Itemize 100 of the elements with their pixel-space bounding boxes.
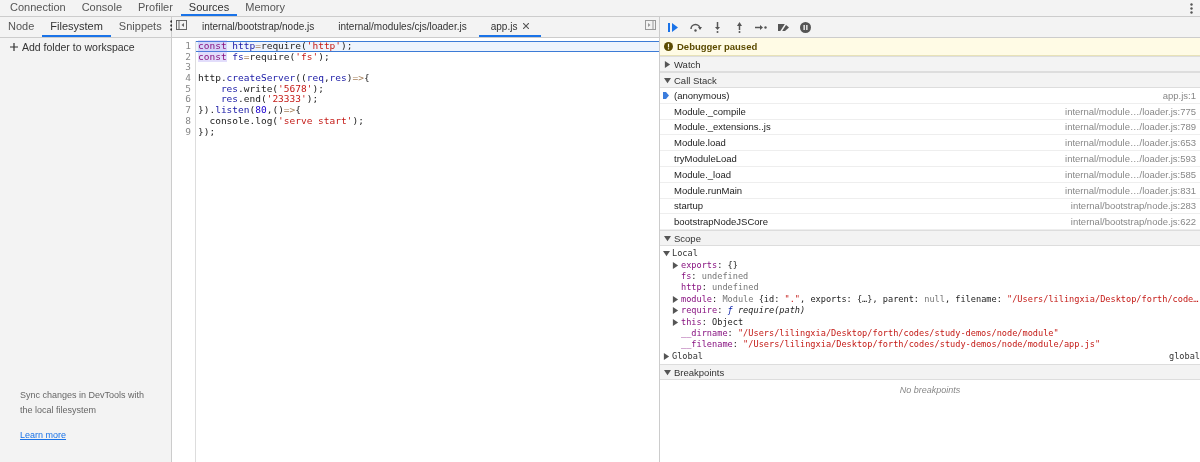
call-frame[interactable]: Module.load internal/module…/loader.js:653 xyxy=(660,135,1200,152)
panel-tab[interactable]: Memory xyxy=(237,0,293,16)
frame-name: startup xyxy=(674,200,705,212)
frame-name: Module.runMain xyxy=(674,184,744,196)
frame-location[interactable]: internal/module…/loader.js:789 xyxy=(1065,121,1196,133)
navigator-tab[interactable]: Snippets xyxy=(110,17,170,37)
expanded-triangle-icon[interactable] xyxy=(664,368,671,376)
up-arrow-icon xyxy=(735,21,743,33)
sidebar-icon xyxy=(644,20,656,30)
step-over-icon xyxy=(688,22,702,32)
code-line: }); xyxy=(197,126,216,138)
collapsed-triangle-icon[interactable] xyxy=(672,318,679,326)
expanded-triangle-icon[interactable] xyxy=(663,250,670,258)
call-frame[interactable]: startup internal/bootstrap/node.js:283 xyxy=(660,198,1200,215)
close-icon[interactable] xyxy=(523,23,530,29)
frame-name: Module._load xyxy=(674,168,733,180)
line-number: 8 xyxy=(184,115,191,127)
sync-description: Sync changes in DevTools with the local filesystem xyxy=(19,389,146,417)
section-header[interactable]: Scope xyxy=(660,230,1200,247)
collapsed-triangle-icon[interactable] xyxy=(672,296,679,303)
scope-variable: __filename: "/Users/lilingxia/Desktop/forth/codes/study-demos/node/module/app.js" xyxy=(681,339,1101,351)
expanded-triangle-icon[interactable] xyxy=(664,76,671,84)
panel-tab[interactable]: Connection xyxy=(2,0,74,16)
frame-name: (anonymous) xyxy=(674,89,731,101)
scope-variable: this: Object xyxy=(681,316,744,328)
scope-variable: require: ƒ require(path) xyxy=(681,305,806,317)
code-line: console.log('serve start'); xyxy=(208,115,365,127)
collapsed-triangle-icon[interactable] xyxy=(672,307,679,315)
more-options-button[interactable] xyxy=(169,17,173,33)
section-header[interactable]: Breakpoints xyxy=(660,364,1200,381)
frame-location[interactable]: internal/module…/loader.js:831 xyxy=(1065,184,1196,196)
line-number: 6 xyxy=(184,94,191,106)
line-number: 5 xyxy=(184,83,191,95)
line-number: 1 xyxy=(184,41,191,52)
line-number: 3 xyxy=(184,62,191,74)
collapsed-triangle-icon[interactable] xyxy=(663,353,670,361)
call-frame[interactable]: (anonymous) app.js:1 xyxy=(660,88,1200,104)
add-folder-button[interactable]: Add folder to workspace xyxy=(0,38,171,56)
code-line: }).listen(80,()=>{ xyxy=(197,105,303,116)
navigator-tab[interactable]: Node xyxy=(0,17,43,37)
collapsed-triangle-icon[interactable] xyxy=(672,261,679,269)
right-arrow-icon xyxy=(755,23,767,31)
frame-name: Module._compile xyxy=(674,105,747,117)
section-title: Watch xyxy=(674,58,701,70)
empty-message: No breakpoints xyxy=(898,384,962,398)
scope-variable: http: undefined xyxy=(681,282,759,294)
code-line: const fs=require('fs'); xyxy=(197,51,330,63)
paused-message: Debugger paused xyxy=(677,41,758,52)
expanded-triangle-icon[interactable] xyxy=(664,234,671,242)
frame-location[interactable]: internal/bootstrap/node.js:622 xyxy=(1070,216,1196,228)
section-title: Breakpoints xyxy=(674,366,725,378)
file-tab[interactable]: internal/bootstrap/node.js xyxy=(190,17,327,37)
call-frame[interactable]: tryModuleLoad internal/module…/loader.js:593 xyxy=(660,151,1200,167)
learn-more-link[interactable]: Learn more xyxy=(0,418,171,462)
collapsed-triangle-icon[interactable] xyxy=(664,60,671,68)
call-frame[interactable]: Module._extensions..js internal/module…/loader.js:789 xyxy=(660,119,1200,136)
call-frame[interactable]: Module._load internal/module…/loader.js:585 xyxy=(660,167,1200,183)
resume-icon xyxy=(667,21,679,33)
breakpoint-off-icon xyxy=(776,21,790,33)
panel-tab[interactable]: Console xyxy=(73,0,130,16)
info-icon xyxy=(664,42,673,51)
line-number: 2 xyxy=(184,51,191,63)
frame-location[interactable]: internal/module…/loader.js:775 xyxy=(1065,105,1196,117)
sidebar-icon xyxy=(175,20,187,30)
section-title: Scope xyxy=(674,232,701,244)
scope-label: Global xyxy=(672,350,705,363)
navigator-tab[interactable]: Filesystem xyxy=(42,17,111,37)
call-frame[interactable]: Module._compile internal/module…/loader.js:775 xyxy=(660,103,1200,120)
section-title: Call Stack xyxy=(674,74,717,86)
scope-variable: __dirname: "/Users/lilingxia/Desktop/forth/codes/study-demos/node/module" xyxy=(681,328,1059,340)
more-icon xyxy=(169,19,173,31)
frame-name: tryModuleLoad xyxy=(674,153,738,165)
file-tab[interactable]: internal/modules/cjs/loader.js xyxy=(326,17,479,37)
scope-value: global xyxy=(1168,350,1200,363)
line-number: 7 xyxy=(184,105,191,116)
frame-location[interactable]: internal/bootstrap/node.js:283 xyxy=(1070,200,1196,212)
scope-variable: exports: {} xyxy=(681,259,738,271)
panel-tab[interactable]: Profiler xyxy=(130,0,181,16)
pause-icon xyxy=(799,21,811,33)
section-header[interactable]: Call Stack xyxy=(660,72,1200,88)
frame-name: bootstrapNodeJSCore xyxy=(674,216,769,228)
frame-name: Module.load xyxy=(674,137,727,149)
scope-variable: fs: undefined xyxy=(681,271,749,283)
code-line: res.end('23333'); xyxy=(219,94,320,106)
call-frame[interactable]: Module.runMain internal/module…/loader.js:831 xyxy=(660,182,1200,199)
line-number: 9 xyxy=(184,126,191,138)
line-number: 4 xyxy=(184,73,191,84)
down-arrow-icon xyxy=(713,21,721,33)
file-tab[interactable]: app.js xyxy=(478,17,542,37)
frame-location[interactable]: internal/module…/loader.js:593 xyxy=(1065,153,1196,165)
frame-location[interactable]: internal/module…/loader.js:585 xyxy=(1065,168,1196,180)
code-line: res.write('5678'); xyxy=(220,83,325,95)
plus-icon xyxy=(10,43,18,51)
frame-location[interactable]: app.js:1 xyxy=(1162,89,1196,101)
scope-label: Local xyxy=(672,248,698,260)
frame-location[interactable]: internal/module…/loader.js:653 xyxy=(1065,137,1196,149)
code-line: http.createServer((req,res)=>{ xyxy=(197,73,371,84)
more-icon xyxy=(1189,2,1193,14)
section-header[interactable]: Watch xyxy=(660,56,1200,72)
frame-name: Module._extensions..js xyxy=(674,121,772,133)
